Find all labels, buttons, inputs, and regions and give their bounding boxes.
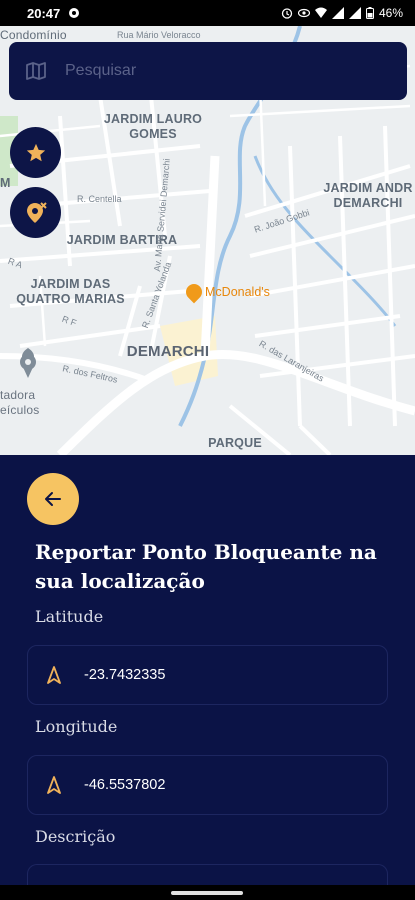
search-bar[interactable]: Pesquisar <box>9 42 407 100</box>
location-remove-button[interactable] <box>10 187 61 238</box>
navigation-arrow-icon <box>47 666 61 684</box>
arrow-left-icon <box>45 492 61 506</box>
star-icon <box>26 143 45 161</box>
location-remove-icon <box>26 201 47 223</box>
signal-icon-2 <box>348 7 361 19</box>
status-time: 20:47 <box>27 5 61 21</box>
system-nav-bar <box>0 885 415 900</box>
map-street-rua-mario: Rua Mário Veloracco <box>117 30 201 40</box>
back-button[interactable] <box>27 473 79 525</box>
notification-icon <box>69 8 80 18</box>
map-label-jardim-andre: JARDIM ANDR DEMARCHI <box>323 181 413 210</box>
eye-icon <box>297 8 310 18</box>
longitude-value: -46.5537802 <box>84 777 166 793</box>
map-label-demarchi: DEMARCHI <box>126 343 210 360</box>
home-gesture-handle[interactable] <box>171 891 243 895</box>
search-input[interactable]: Pesquisar <box>65 62 136 80</box>
navigation-arrow-icon <box>47 776 61 794</box>
restaurant-pin-icon <box>182 280 206 304</box>
favorites-button[interactable] <box>10 127 61 178</box>
alarm-icon <box>281 8 293 19</box>
wifi-icon <box>314 7 327 18</box>
map-label-m: M <box>0 176 11 190</box>
signal-icon <box>331 7 344 19</box>
map-label-jardim-lauro: JARDIM LAURO GOMES <box>103 112 203 141</box>
latitude-field[interactable]: -23.7432335 <box>27 645 388 705</box>
map-icon <box>26 62 46 80</box>
status-bar: 20:47 46% <box>0 0 415 26</box>
map-label-tadora: tadora eículos <box>0 388 40 417</box>
report-panel: Reportar Ponto Bloqueante na sua localiz… <box>0 455 415 900</box>
longitude-label: Longitude <box>35 717 118 736</box>
description-label: Descrição <box>35 827 116 846</box>
map-label-condominio: Condomínio <box>0 28 67 42</box>
battery-percent: 46% <box>378 6 403 20</box>
page-title: Reportar Ponto Bloqueante na sua localiz… <box>35 540 377 593</box>
latitude-label: Latitude <box>35 607 104 626</box>
battery-icon <box>365 7 374 19</box>
latitude-value: -23.7432335 <box>84 667 166 683</box>
poi-label: McDonald's <box>205 285 270 299</box>
longitude-field[interactable]: -46.5537802 <box>27 755 388 815</box>
map-label-parque: PARQUE <box>208 436 262 450</box>
map-poi-mcdonalds[interactable]: McDonald's <box>182 280 270 304</box>
map-street-centella: R. Centella <box>77 194 122 204</box>
map-label-quatro-marias: JARDIM DAS QUATRO MARIAS <box>16 277 125 306</box>
